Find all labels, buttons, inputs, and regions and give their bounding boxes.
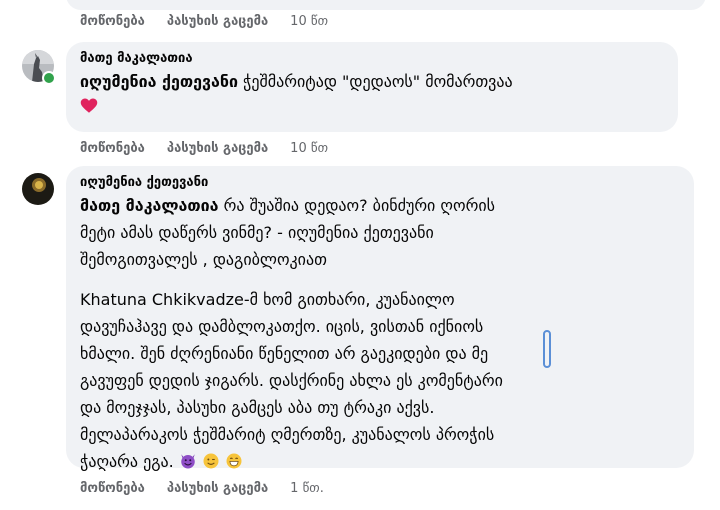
comment-bubble: იღუმენია ქეთევანი მათე მაკალათია რა შუაშ… bbox=[66, 166, 694, 471]
comment-actions-top: მოწონება პასუხის გაცემა 10 წთ bbox=[80, 14, 350, 29]
red-heart-icon bbox=[80, 98, 98, 113]
avatar-image bbox=[22, 173, 54, 205]
online-status-icon bbox=[42, 71, 56, 85]
previous-comment-bubble bbox=[66, 0, 706, 10]
smiling-devil-icon bbox=[181, 454, 195, 469]
like-button[interactable]: მოწონება bbox=[80, 481, 145, 496]
like-button[interactable]: მოწონება bbox=[80, 14, 145, 29]
mention-link[interactable]: მათე მაკალათია bbox=[80, 196, 219, 215]
avatar[interactable] bbox=[22, 173, 54, 205]
comment-author[interactable]: იღუმენია ქეთევანი bbox=[80, 174, 680, 192]
comment-time[interactable]: 1 წთ. bbox=[290, 481, 324, 496]
winking-face-icon bbox=[203, 453, 219, 469]
comment-bubble: მათე მაკალათია იღუმენია ქეთევანი ჭეშმარი… bbox=[66, 42, 678, 132]
comment-text: იღუმენია ქეთევანი ჭეშმარიტად "დედაოს" მო… bbox=[80, 72, 513, 91]
reply-button[interactable]: პასუხის გაცემა bbox=[167, 141, 268, 156]
comment-actions: მოწონება პასუხის გაცემა 10 წთ bbox=[80, 141, 350, 156]
reply-button[interactable]: პასუხის გაცემა bbox=[167, 481, 268, 496]
text-selection-cursor bbox=[543, 330, 551, 368]
comment-time[interactable]: 10 წთ bbox=[290, 141, 328, 156]
grinning-face-icon bbox=[226, 453, 242, 469]
reply-button[interactable]: პასუხის გაცემა bbox=[167, 14, 268, 29]
heart-row bbox=[80, 97, 664, 116]
comment-author[interactable]: მათე მაკალათია bbox=[80, 50, 664, 68]
comment-time[interactable]: 10 წთ bbox=[290, 14, 328, 29]
comment-text-paragraph-2: Khatuna Chkikvadze-მ ხომ გითხარი, კუანაი… bbox=[80, 290, 503, 471]
comment-actions: მოწონება პასუხის გაცემა 1 წთ. bbox=[80, 481, 346, 496]
like-button[interactable]: მოწონება bbox=[80, 141, 145, 156]
mention-link[interactable]: იღუმენია ქეთევანი bbox=[80, 72, 238, 91]
comment-text-paragraph-1: მათე მაკალათია რა შუაშია დედაო? ბინძური … bbox=[80, 196, 495, 269]
